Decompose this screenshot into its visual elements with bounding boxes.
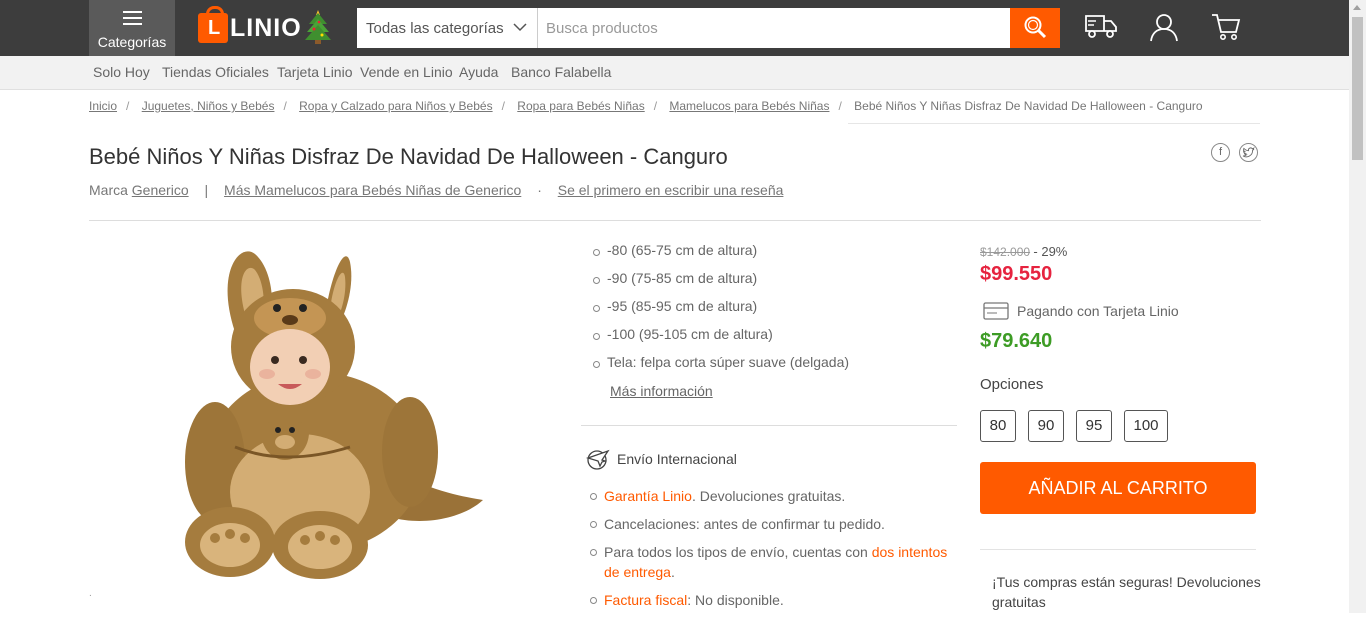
international-shipping-heading: Envío Internacional [585,446,737,472]
credit-card-icon [983,302,1009,320]
breadcrumb-link[interactable]: Juguetes, Niños y Bebés [142,99,275,113]
section-divider [581,425,957,426]
breadcrumb: Inicio / Juguetes, Niños y Bebés / Ropa y … [89,99,1203,113]
nav-vende-en-linio[interactable]: Vende en Linio [360,64,453,80]
size-option-90[interactable]: 90 [1028,410,1064,442]
user-account-icon[interactable] [1149,12,1179,42]
section-divider [89,220,1261,221]
search-bar: Todas las categorías [357,8,1060,48]
product-features-list: -80 (65-75 cm de altura) -90 (75-85 cm d… [593,242,849,382]
scroll-up-arrow-icon[interactable] [1353,5,1361,10]
facebook-share-icon[interactable]: f [1211,143,1230,162]
shipping-info-list: Garantía Linio. Devoluciones gratuitas. … [590,486,955,618]
breadcrumb-link[interactable]: Ropa para Bebés Niñas [517,99,644,113]
shipping-item: Factura fiscal: No disponible. [590,590,955,610]
more-from-brand-link[interactable]: Más Mamelucos para Bebés Niñas de Generi… [224,182,521,198]
nav-ayuda[interactable]: Ayuda [459,64,498,80]
safe-purchase-text: ¡Tus compras están seguras! Devoluciones… [992,574,1261,610]
page-scrollbar[interactable] [1349,0,1366,613]
feature-item: -80 (65-75 cm de altura) [593,242,849,270]
twitter-share-icon[interactable] [1239,143,1258,162]
warranty-link[interactable]: Garantía Linio [604,488,692,504]
more-info-link[interactable]: Más información [610,383,713,399]
secondary-nav: Solo Hoy Tiendas Oficiales Tarjeta Linio… [0,56,1349,90]
linio-card-row: Pagando con Tarjeta Linio [983,302,1179,320]
brand-line: Marca Generico | Más Mamelucos para Bebé… [89,182,783,198]
breadcrumb-current: Bebé Niños Y Niñas Disfraz De Navidad De… [854,99,1203,113]
brand-link[interactable]: Generico [132,182,189,198]
write-review-link[interactable]: Se el primero en escribir una reseña [558,182,784,198]
tax-invoice-link[interactable]: Factura fiscal [604,592,687,608]
breadcrumb-link[interactable]: Mamelucos para Bebés Niñas [669,99,829,113]
nav-solo-hoy[interactable]: Solo Hoy [93,64,150,80]
size-option-95[interactable]: 95 [1076,410,1112,442]
feature-item: -100 (95-105 cm de altura) [593,326,849,354]
shipping-item: Cancelaciones: antes de confirmar tu ped… [590,514,955,534]
image-caption-dot: . [89,588,92,599]
scrollbar-thumb[interactable] [1352,17,1363,160]
section-divider [980,549,1256,550]
add-to-cart-button[interactable]: AÑADIR AL CARRITO [980,462,1256,514]
current-price: $99.550 [980,263,1053,285]
nav-tiendas-oficiales[interactable]: Tiendas Oficiales [162,64,269,80]
linio-card-label: Pagando con Tarjeta Linio [1017,303,1179,319]
christmas-tree-icon [305,10,331,44]
hamburger-icon [123,11,142,29]
chevron-down-icon [513,23,527,32]
feature-item: -90 (75-85 cm de altura) [593,270,849,298]
category-select-value: Todas las categorías [366,20,504,37]
size-option-80[interactable]: 80 [980,410,1016,442]
logo-text: LINIO [230,13,302,42]
original-price-row: $142.000 - 29% [980,244,1067,259]
original-price: $142.000 [980,245,1031,259]
breadcrumb-link[interactable]: Ropa y Calzado para Niños y Bebés [299,99,492,113]
top-header: Categorías L LINIO Todas las categorías [0,0,1349,56]
feature-item: -95 (85-95 cm de altura) [593,298,849,326]
search-input[interactable] [538,8,1010,48]
search-icon [1024,16,1047,38]
separator-dot: · [537,182,542,198]
shopping-cart-icon[interactable] [1211,12,1241,42]
size-option-100[interactable]: 100 [1124,410,1168,442]
categories-menu-button[interactable]: Categorías [89,0,175,56]
product-image[interactable] [175,242,485,582]
breadcrumb-link[interactable]: Inicio [89,99,117,113]
card-price: $79.640 [980,330,1053,352]
shipping-item: Para todos los tipos de envío, cuentas c… [590,542,955,582]
breadcrumb-underline [848,123,1260,124]
nav-banco-falabella[interactable]: Banco Falabella [511,64,611,80]
shipping-item: Garantía Linio. Devoluciones gratuitas. [590,486,955,506]
product-title: Bebé Niños Y Niñas Disfraz De Navidad De… [89,144,728,169]
linio-logo[interactable]: L LINIO [198,6,302,47]
separator: | [204,182,209,198]
category-select[interactable]: Todas las categorías [357,8,538,48]
nav-tarjeta-linio[interactable]: Tarjeta Linio [277,64,353,80]
airplane-icon [585,449,610,470]
delivery-truck-icon[interactable] [1084,12,1118,40]
brand-prefix: Marca [89,182,128,198]
categories-label: Categorías [97,34,167,50]
search-button[interactable] [1010,8,1060,48]
shipping-title: Envío Internacional [617,451,737,467]
options-label: Opciones [980,376,1044,393]
discount-badge: - 29% [1033,244,1068,259]
feature-item: Tela: felpa corta súper suave (delgada) [593,354,849,382]
shopping-bag-logo-icon: L [198,6,228,43]
